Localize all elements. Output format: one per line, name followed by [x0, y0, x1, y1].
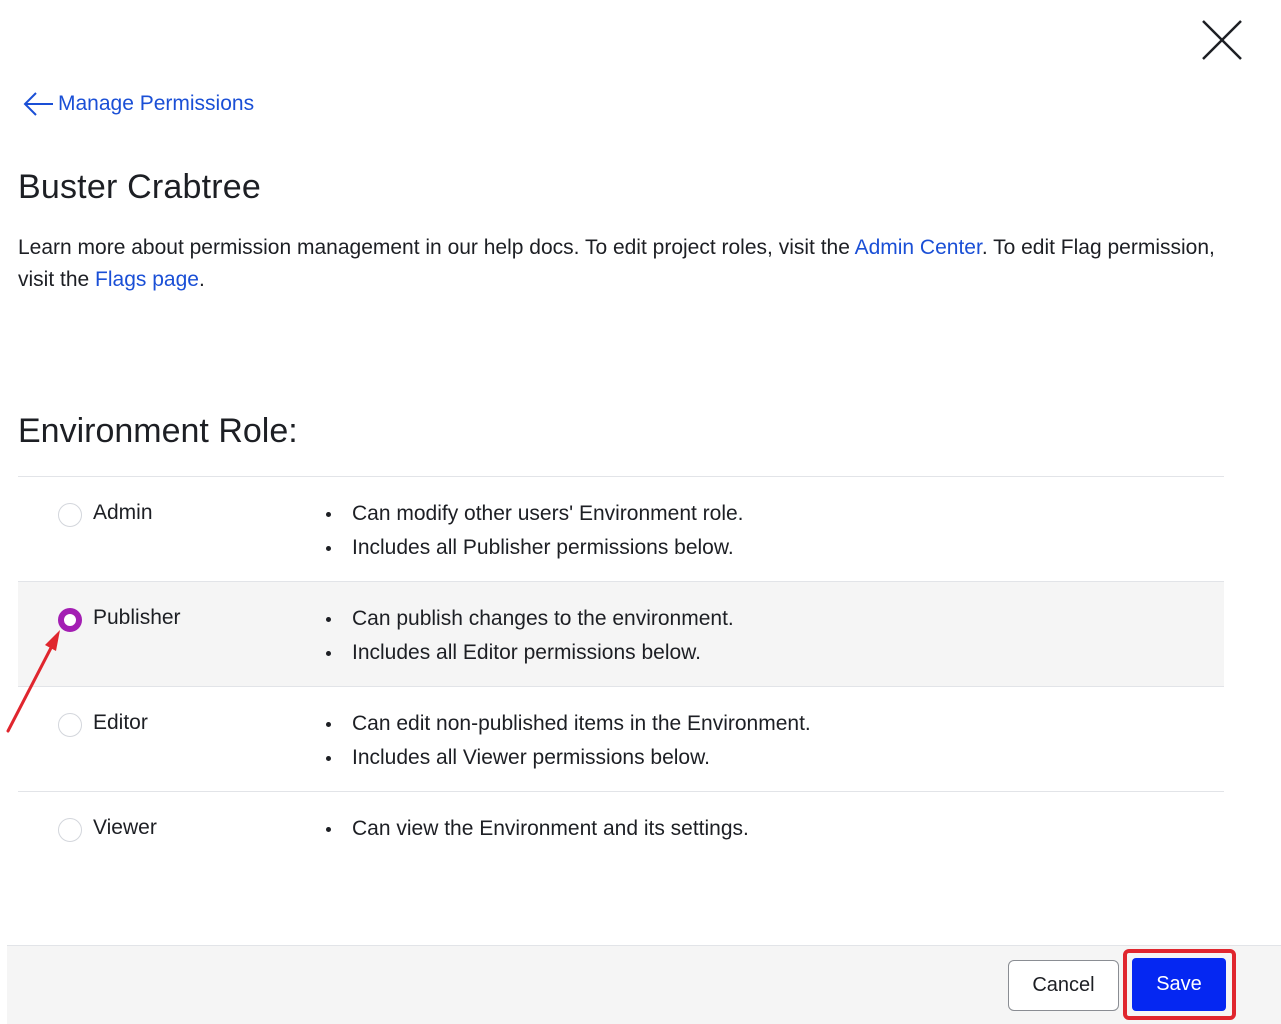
help-text-part1: Learn more about permission management i… — [18, 236, 855, 259]
role-description-admin: Can modify other users' Environment role… — [324, 497, 744, 565]
manage-permissions-dialog: Manage Permissions Buster Crabtree Learn… — [0, 0, 1281, 1024]
environment-role-title: Environment Role: — [18, 412, 298, 450]
environment-role-list: Admin Can modify other users' Environmen… — [18, 476, 1224, 892]
dialog-footer: Cancel Save — [7, 945, 1281, 1024]
cancel-button[interactable]: Cancel — [1008, 960, 1119, 1011]
close-button[interactable] — [1198, 16, 1246, 64]
back-link-label: Manage Permissions — [58, 92, 255, 115]
close-icon — [1202, 20, 1242, 60]
help-text-part3: . — [198, 268, 205, 291]
role-description-item: Can view the Environment and its setting… — [324, 812, 749, 846]
role-description-item: Includes all Publisher permissions below… — [324, 531, 744, 565]
role-description-item: Includes all Editor permissions below. — [324, 636, 734, 670]
radio-publisher[interactable] — [58, 608, 82, 632]
help-text: Learn more about permission management i… — [18, 232, 1218, 296]
role-description-item: Can publish changes to the environment. — [324, 602, 734, 636]
role-label-publisher: Publisher — [93, 606, 181, 629]
radio-admin[interactable] — [58, 503, 82, 527]
role-description-item: Includes all Viewer permissions below. — [324, 741, 811, 775]
role-label-admin: Admin — [93, 501, 153, 524]
arrow-left-icon — [22, 88, 56, 120]
role-row-viewer[interactable]: Viewer Can view the Environment and its … — [18, 792, 1224, 892]
role-description-item: Can modify other users' Environment role… — [324, 497, 744, 531]
admin-center-link[interactable]: Admin Center — [855, 236, 982, 259]
role-description-viewer: Can view the Environment and its setting… — [324, 812, 749, 846]
role-description-publisher: Can publish changes to the environment. … — [324, 602, 734, 670]
radio-viewer[interactable] — [58, 818, 82, 842]
save-button[interactable]: Save — [1132, 958, 1226, 1011]
back-link-manage-permissions[interactable]: Manage Permissions — [22, 88, 254, 120]
role-row-publisher[interactable]: Publisher Can publish changes to the env… — [18, 582, 1224, 687]
role-row-editor[interactable]: Editor Can edit non-published items in t… — [18, 687, 1224, 792]
role-description-item: Can edit non-published items in the Envi… — [324, 707, 811, 741]
role-description-editor: Can edit non-published items in the Envi… — [324, 707, 811, 775]
role-row-admin[interactable]: Admin Can modify other users' Environmen… — [18, 477, 1224, 582]
role-label-editor: Editor — [93, 711, 148, 734]
page-title: Buster Crabtree — [18, 168, 261, 206]
radio-editor[interactable] — [58, 713, 82, 737]
flags-page-link[interactable]: Flags page — [95, 268, 199, 291]
role-label-viewer: Viewer — [93, 816, 157, 839]
